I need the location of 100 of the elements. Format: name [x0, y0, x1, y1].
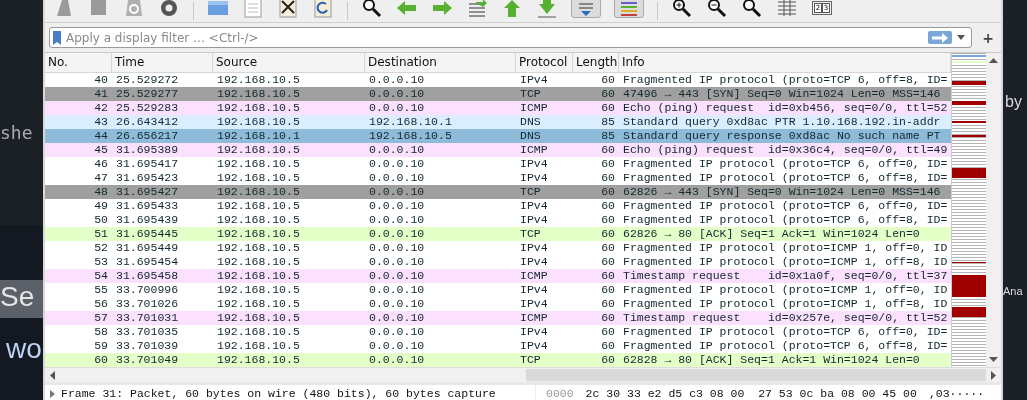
- display-filter-field[interactable]: Apply a display filter … <Ctrl-/>: [66, 30, 924, 45]
- column-header[interactable]: Length: [573, 53, 619, 72]
- table-cell-text: 33.701031: [115, 311, 180, 325]
- table-cell-text: 54: [93, 269, 109, 283]
- column-header[interactable]: Info: [619, 53, 951, 72]
- table-cell-text: 0.0.0.10: [368, 227, 426, 241]
- add-filter-button[interactable]: +: [978, 29, 998, 46]
- table-cell-text: Fragmented IP protocol (proto=TCP 6, off=8, ID=: [622, 213, 949, 227]
- table-cell-text: 26.656217: [115, 129, 180, 143]
- table-cell-text: 60: [600, 87, 616, 101]
- table-cell-text: 0.0.0.10: [368, 73, 426, 87]
- table-cell-text: 49: [93, 199, 109, 213]
- table-cell-text: 31.695433: [115, 199, 180, 213]
- jump-button[interactable]: [466, 0, 488, 18]
- column-header[interactable]: No.: [45, 53, 112, 72]
- packet-row[interactable]: 60 33.701049 192.168.10.5 0.0.0.10 TCP 60 62828 → 80 [ACK] Seq=1 Ack=1 Win=1024 Len=0: [45, 353, 951, 367]
- packet-row[interactable]: 48 31.695427 192.168.10.5 0.0.0.10 TCP 60 62826 → 443 [SYN] Seq=0 Win=1024 Len=0 MSS=146: [45, 185, 951, 199]
- table-cell-text: 192.168.10.5: [216, 325, 301, 339]
- packet-row[interactable]: 42 25.529283 192.168.10.5 0.0.0.10 ICMP 60 Echo (ping) request id=0xb456, seq=0/0, ttl=52: [45, 101, 951, 115]
- folder-icon: [207, 0, 229, 18]
- table-cell-text: 31.695417: [115, 157, 180, 171]
- table-cell-text: 85: [600, 115, 616, 129]
- table-cell-text: 192.168.10.5: [216, 269, 301, 283]
- table-cell-text: 25.529272: [115, 73, 180, 87]
- table-cell-text: 60: [600, 73, 616, 87]
- packet-row[interactable]: 44 26.656217 192.168.10.1 192.168.10.5 DNS 85 Standard query response 0xd8ac No such name PT: [45, 129, 951, 143]
- table-cell-text: 0.0.0.10: [368, 325, 426, 339]
- table-cell-text: 0.0.0.10: [368, 157, 426, 171]
- display-filter-bar[interactable]: Apply a display filter … <Ctrl-/>: [49, 27, 973, 48]
- table-cell-text: Fragmented IP protocol (proto=TCP 6, off=8, ID=: [622, 171, 949, 185]
- autoscroll-button[interactable]: [571, 0, 601, 18]
- table-cell-text: 192.168.10.5: [216, 297, 301, 311]
- right-arrow-button[interactable]: [431, 0, 453, 18]
- colorize-button[interactable]: [614, 0, 644, 18]
- search-icon: [361, 0, 383, 18]
- packet-row[interactable]: 41 25.529277 192.168.10.5 0.0.0.10 TCP 60 47496 → 443 [SYN] Seq=0 Win=1024 Len=0 MSS=146: [45, 87, 951, 101]
- detail-tree-item[interactable]: Frame 31: Packet, 60 bytes on wire (480 bits), 60 bytes capture: [49, 387, 535, 400]
- table-cell-text: 192.168.10.5: [216, 87, 301, 101]
- column-header[interactable]: Protocol: [516, 53, 573, 72]
- table-cell-text: IPv4: [519, 157, 549, 171]
- table-cell-text: 60: [600, 311, 616, 325]
- table-cell-text: TCP: [519, 185, 542, 199]
- table-cell-text: 0.0.0.10: [368, 101, 426, 115]
- table-cell-text: 47: [93, 171, 109, 185]
- table-cell-text: 192.168.10.5: [216, 171, 301, 185]
- table-cell-text: Standard query 0xd8ac PTR 1.10.168.192.in-addr: [622, 115, 942, 129]
- table-cell-text: 60: [600, 143, 616, 157]
- up-caret-icon: [989, 58, 998, 63]
- table-cell-text: 31.695427: [115, 185, 180, 199]
- packet-row[interactable]: 45 31.695389 192.168.10.5 0.0.0.10 ICMP 60 Echo (ping) request id=0x36c4, seq=0/0, ttl=49: [45, 143, 951, 157]
- column-header[interactable]: Source: [213, 53, 365, 72]
- zoom-out-icon: [706, 0, 728, 18]
- column-header[interactable]: Destination: [365, 53, 516, 72]
- table-cell-text: 58: [93, 325, 109, 339]
- close-button[interactable]: [277, 0, 299, 18]
- table-cell-text: 192.168.10.1: [368, 115, 453, 129]
- packet-row[interactable]: 43 26.643412 192.168.10.5 192.168.10.1 DNS 85 Standard query 0xd8ac PTR 1.10.168.192.in-addr: [45, 115, 951, 129]
- background-text: by: [1005, 93, 1022, 111]
- down-arrow-button[interactable]: [536, 0, 558, 18]
- table-cell-text: 31.695445: [115, 227, 180, 241]
- filter-history-button[interactable]: [957, 35, 968, 40]
- table-cell-text: 31.695454: [115, 255, 180, 269]
- packet-row[interactable]: 57 33.701031 192.168.10.5 0.0.0.10 ICMP 60 Timestamp request id=0x257e, seq=0/0, ttl=52: [45, 311, 951, 325]
- table-cell-text: IPv4: [519, 73, 549, 87]
- table-cell-text: 40: [93, 73, 109, 87]
- packet-row[interactable]: 54 31.695458 192.168.10.5 0.0.0.10 ICMP 60 Timestamp request id=0x1a0f, seq=0/0, ttl=37: [45, 269, 951, 283]
- zoom-in-button[interactable]: [671, 0, 693, 18]
- restart-button[interactable]: [123, 0, 145, 18]
- table-cell-text: 192.168.10.5: [216, 339, 301, 353]
- colorize-icon: [618, 0, 640, 18]
- left-arrow-icon: [396, 0, 418, 18]
- table-cell-text: 192.168.10.5: [368, 129, 453, 143]
- reload-button[interactable]: [312, 0, 334, 18]
- table-cell-text: 60: [600, 157, 616, 171]
- column-header[interactable]: Time: [112, 53, 213, 72]
- table-cell-text: 192.168.10.5: [216, 199, 301, 213]
- table-cell-text: ICMP: [519, 269, 549, 283]
- folder-button[interactable]: [207, 0, 229, 18]
- settings-button[interactable]: [158, 0, 180, 18]
- left-arrow-button[interactable]: [396, 0, 418, 18]
- table-cell-text: 33.701035: [115, 325, 180, 339]
- columns-button[interactable]: [776, 0, 798, 18]
- table-cell-text: IPv4: [519, 339, 549, 353]
- table-cell-text: 25.529283: [115, 101, 180, 115]
- zoom-out-button[interactable]: [706, 0, 728, 18]
- search-button[interactable]: [361, 0, 383, 18]
- table-cell-text: 31.695423: [115, 171, 180, 185]
- table-cell-text: Fragmented IP protocol (proto=ICMP 1, off=8, ID: [622, 255, 949, 269]
- down-arrow-icon: [536, 0, 558, 18]
- table-cell-text: 0.0.0.10: [368, 213, 426, 227]
- table-cell-text: 46: [93, 157, 109, 171]
- table-cell-text: 0.0.0.10: [368, 311, 426, 325]
- background-text: wo: [6, 333, 42, 365]
- table-cell-text: Timestamp request id=0x1a0f, seq=0/0, ttl=37: [622, 269, 949, 283]
- table-cell-text: 60: [600, 199, 616, 213]
- zoom-reset-button[interactable]: [741, 0, 763, 18]
- table-cell-text: 192.168.10.5: [216, 213, 301, 227]
- table-cell-text: 33.701026: [115, 297, 180, 311]
- table-cell-text: 60: [600, 297, 616, 311]
- packet-row[interactable]: 51 31.695445 192.168.10.5 0.0.0.10 TCP 60 62826 → 80 [ACK] Seq=1 Ack=1 Win=1024 Len=0: [45, 227, 951, 241]
